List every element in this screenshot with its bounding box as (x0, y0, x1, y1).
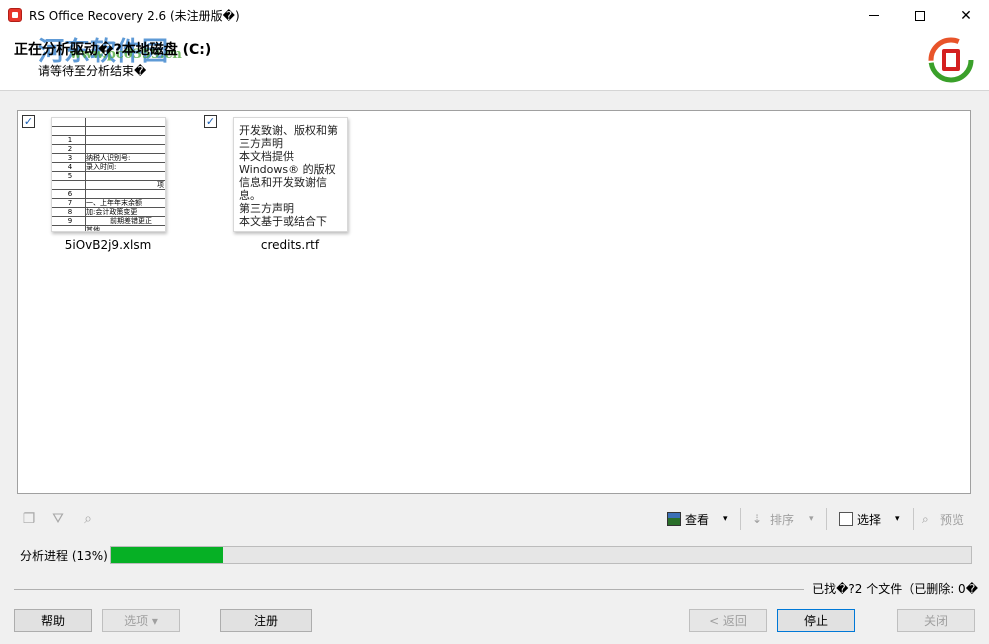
found-files-panel[interactable]: ✓ 1 2 3 纳税人识别号: 4 录入时间: 5 项 6 7 一、上年年末余额 8 加:会计政策变更 9… (17, 110, 971, 494)
sheet-row-number: 4 (67, 163, 73, 171)
options-button[interactable]: 选项 ▾ (102, 609, 180, 632)
toolbar-divider (913, 508, 914, 530)
view-dropdown-icon[interactable]: ▾ (723, 508, 728, 530)
sheet-row (52, 118, 165, 127)
toolbar-divider (826, 508, 827, 530)
sheet-row-number: 2 (67, 145, 73, 153)
stop-button[interactable]: 停止 (777, 609, 855, 632)
help-button[interactable]: 帮助 (14, 609, 92, 632)
maximize-icon (915, 10, 925, 21)
window-title: RS Office Recovery 2.6 (未注册版�) (29, 9, 240, 23)
close-icon: ✕ (960, 7, 972, 24)
document-preview-text: 开发致谢、版权和第三方声明 本文档提供 Windows® 的版权信息和开发致谢信… (239, 124, 338, 228)
register-button[interactable]: 注册 (220, 609, 312, 632)
progress-label: 分析进程 (13%) (20, 549, 108, 563)
app-icon (8, 8, 22, 22)
sort-label: 排序 (770, 512, 795, 527)
sheet-row (52, 127, 165, 136)
sheet-row-number: 3 (67, 154, 73, 162)
spreadsheet-preview: 1 2 3 纳税人识别号: 4 录入时间: 5 项 6 7 一、上年年末余额 8 加:会计政策变更 9 前期… (52, 118, 165, 232)
sheet-row: 9 前期差错更正 (52, 217, 165, 226)
sort-icon: ⇣ (752, 512, 763, 526)
page-subtitle: 请等待至分析结束� (38, 64, 147, 78)
preview-button[interactable]: ⌕ 预览 (922, 508, 964, 530)
select-label: 选择 (857, 512, 882, 527)
select-button[interactable]: 选择 (839, 508, 881, 530)
toolbar: ❐ ⛛ ⌕ 查看 ▾ ⇣ 排序 ▾ 选择 ▾ ⌕ 预览 (17, 506, 971, 532)
checkbox-icon (839, 512, 853, 526)
file-thumbnail[interactable]: 1 2 3 纳税人识别号: 4 录入时间: 5 项 6 7 一、上年年末余额 8 加:会计政策变更 9 前期… (51, 117, 166, 232)
sheet-row-number: 5 (67, 172, 73, 180)
page-title: 正在分析驱动�?本地磁盘 (C:) (14, 42, 212, 58)
file-checkbox[interactable]: ✓ (204, 115, 217, 128)
sheet-cell-text: 项 (157, 181, 164, 189)
sheet-cell-text: 一、上年年末余额 (86, 199, 142, 207)
sheet-cell-text: 纳税人识别号: (86, 154, 131, 162)
sheet-row: 2 (52, 145, 165, 154)
divider (14, 589, 804, 590)
view-label: 查看 (685, 512, 710, 527)
close-window-button[interactable]: ✕ (943, 0, 989, 31)
sheet-row-number: 9 (67, 217, 73, 225)
progress-fill (111, 547, 223, 563)
sheet-row: 3 纳税人识别号: (52, 154, 165, 163)
sheet-row-number: 8 (67, 208, 73, 216)
maximize-button[interactable] (897, 0, 943, 31)
select-dropdown-icon[interactable]: ▾ (895, 508, 900, 530)
sheet-row: 7 一、上年年末余额 (52, 199, 165, 208)
sheet-row: 项 (52, 181, 165, 190)
title-bar[interactable]: RS Office Recovery 2.6 (未注册版�) ✕ (0, 0, 989, 31)
toolbar-divider (740, 508, 741, 530)
sheet-row-number: 6 (67, 190, 73, 198)
view-icon (667, 512, 681, 526)
sheet-row: 6 (52, 190, 165, 199)
sheet-cell-text: 其他 (86, 226, 100, 232)
app-logo-icon (928, 37, 974, 83)
sheet-cell-text: 加:会计政策变更 (86, 208, 138, 216)
file-name: credits.rtf (260, 238, 320, 252)
sheet-row: 1 (52, 136, 165, 145)
find-icon[interactable]: ⌕ (79, 510, 97, 528)
sheet-row: 8 加:会计政策变更 (52, 208, 165, 217)
copy-icon[interactable]: ❐ (20, 510, 38, 528)
view-button[interactable]: 查看 (667, 508, 709, 530)
found-files-count: 已找�?2 个文件（已删除: 0� (812, 582, 978, 596)
close-button[interactable]: 关闭 (897, 609, 975, 632)
minimize-button[interactable] (851, 0, 897, 31)
back-button[interactable]: < 返回 (689, 609, 767, 632)
sheet-row-number: 1 (67, 136, 73, 144)
file-item[interactable]: ✓ 开发致谢、版权和第三方声明 本文档提供 Windows® 的版权信息和开发致… (200, 111, 380, 261)
file-thumbnail[interactable]: 开发致谢、版权和第三方声明 本文档提供 Windows® 的版权信息和开发致谢信… (233, 117, 348, 232)
sheet-cell-text: 录入时间: (86, 163, 117, 171)
sheet-cell-text: 前期差错更正 (110, 217, 152, 225)
file-item[interactable]: ✓ 1 2 3 纳税人识别号: 4 录入时间: 5 项 6 7 一、上年年末余额 8 加:会计政策变更 9… (18, 111, 198, 261)
sheet-row-number: 7 (67, 199, 73, 207)
sort-button[interactable]: ⇣ 排序 (752, 508, 794, 530)
progress-bar (110, 546, 972, 564)
preview-label: 预览 (940, 512, 965, 527)
filter-icon[interactable]: ⛛ (49, 510, 67, 528)
sheet-row: 其他 (52, 226, 165, 232)
sort-dropdown-icon[interactable]: ▾ (809, 508, 814, 530)
file-checkbox[interactable]: ✓ (22, 115, 35, 128)
sheet-row: 5 (52, 172, 165, 181)
preview-icon: ⌕ (922, 512, 929, 526)
sheet-row: 4 录入时间: (52, 163, 165, 172)
minimize-icon (869, 15, 879, 16)
wizard-header: 河东软件园 www.pc0359.cn 正在分析驱动�?本地磁盘 (C:) 请等… (0, 31, 989, 91)
file-name: 5iOvB2j9.xlsm (64, 238, 152, 252)
